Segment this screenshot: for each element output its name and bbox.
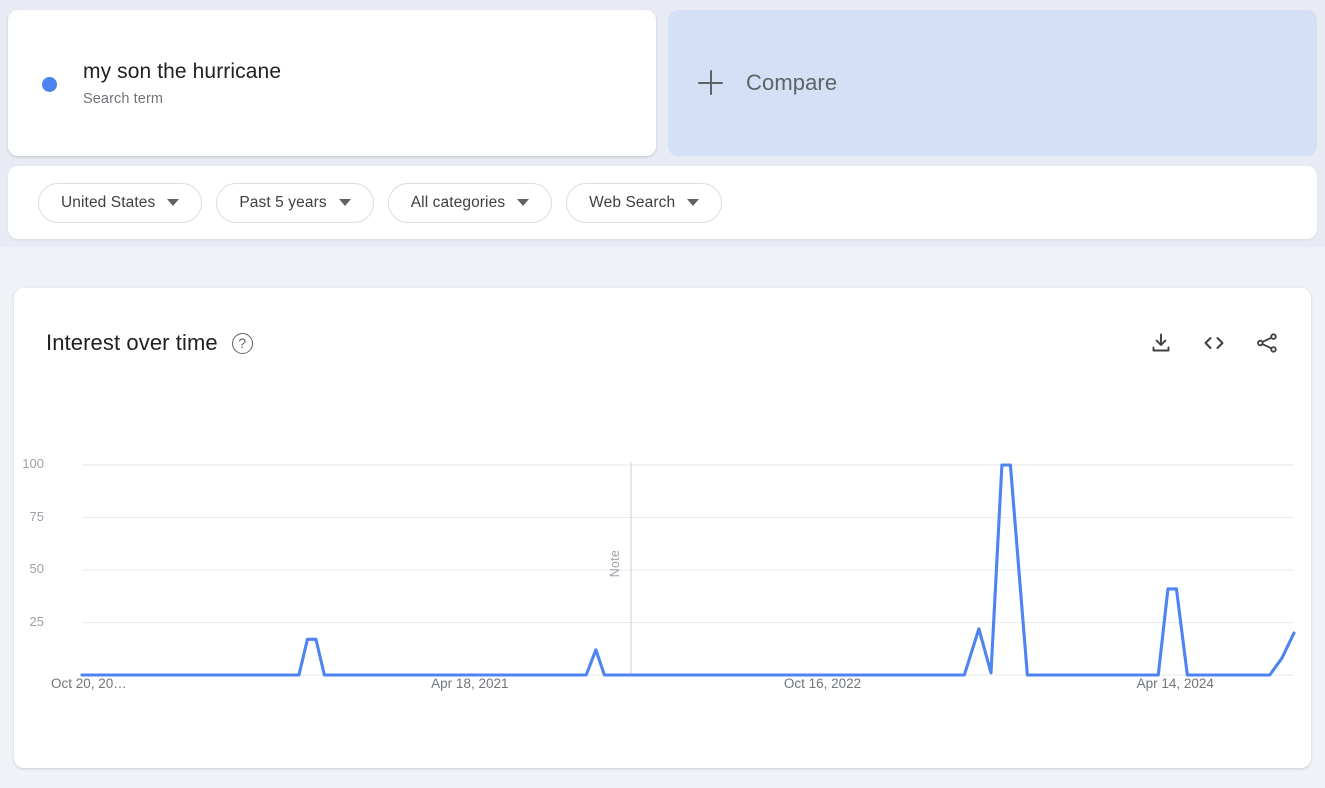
series-color-dot (42, 76, 57, 92)
x-tick-3: Apr 14, 2024 (1136, 676, 1214, 691)
chevron-down-icon (517, 199, 530, 206)
plus-icon (698, 70, 724, 96)
chevron-down-icon (687, 199, 700, 206)
search-term-text: my son the hurricane Search term (83, 60, 281, 107)
x-tick-0: Oct 20, 20… (51, 676, 127, 691)
x-tick-2: Oct 16, 2022 (783, 676, 862, 691)
y-tick-100: 100 (22, 456, 44, 471)
search-terms-row: my son the hurricane Search term Compare (8, 10, 1317, 156)
trend-line-chart (80, 462, 1296, 677)
search-term-subtitle: Search term (83, 90, 164, 107)
y-tick-25: 25 (29, 613, 44, 629)
y-tick-50: 50 (29, 561, 44, 576)
x-tick-1: Apr 18, 2021 (431, 676, 509, 691)
search-term-title: my son the hurricane (83, 59, 282, 83)
compare-label: Compare (746, 70, 838, 95)
filter-bar: United States Past 5 years All categorie… (8, 166, 1317, 239)
search-term-card[interactable]: my son the hurricane Search term (8, 10, 656, 156)
interest-over-time-card: Interest over time ? 100 75 50 25 Oct 20… (14, 288, 1311, 768)
note-annotation-label[interactable]: Note (608, 550, 622, 577)
filter-category[interactable]: All categories (387, 182, 553, 223)
filter-time-range[interactable]: Past 5 years (216, 182, 374, 223)
compare-card[interactable]: Compare (668, 10, 1317, 156)
chevron-down-icon (338, 199, 351, 206)
filter-search-type-label: Web Search (589, 193, 676, 211)
y-tick-75: 75 (29, 508, 44, 524)
chart-plot-area[interactable]: 100 75 50 25 Oct 20, 20… Apr 18, 2021 Oc… (14, 288, 1311, 768)
filter-location[interactable]: United States (38, 182, 203, 223)
google-trends-page: my son the hurricane Search term Compare… (0, 0, 1325, 788)
filter-location-label: United States (61, 193, 156, 211)
filter-category-label: All categories (410, 193, 506, 211)
filter-time-range-label: Past 5 years (239, 193, 327, 211)
filter-search-type[interactable]: Web Search (566, 182, 723, 223)
chevron-down-icon (167, 199, 180, 206)
